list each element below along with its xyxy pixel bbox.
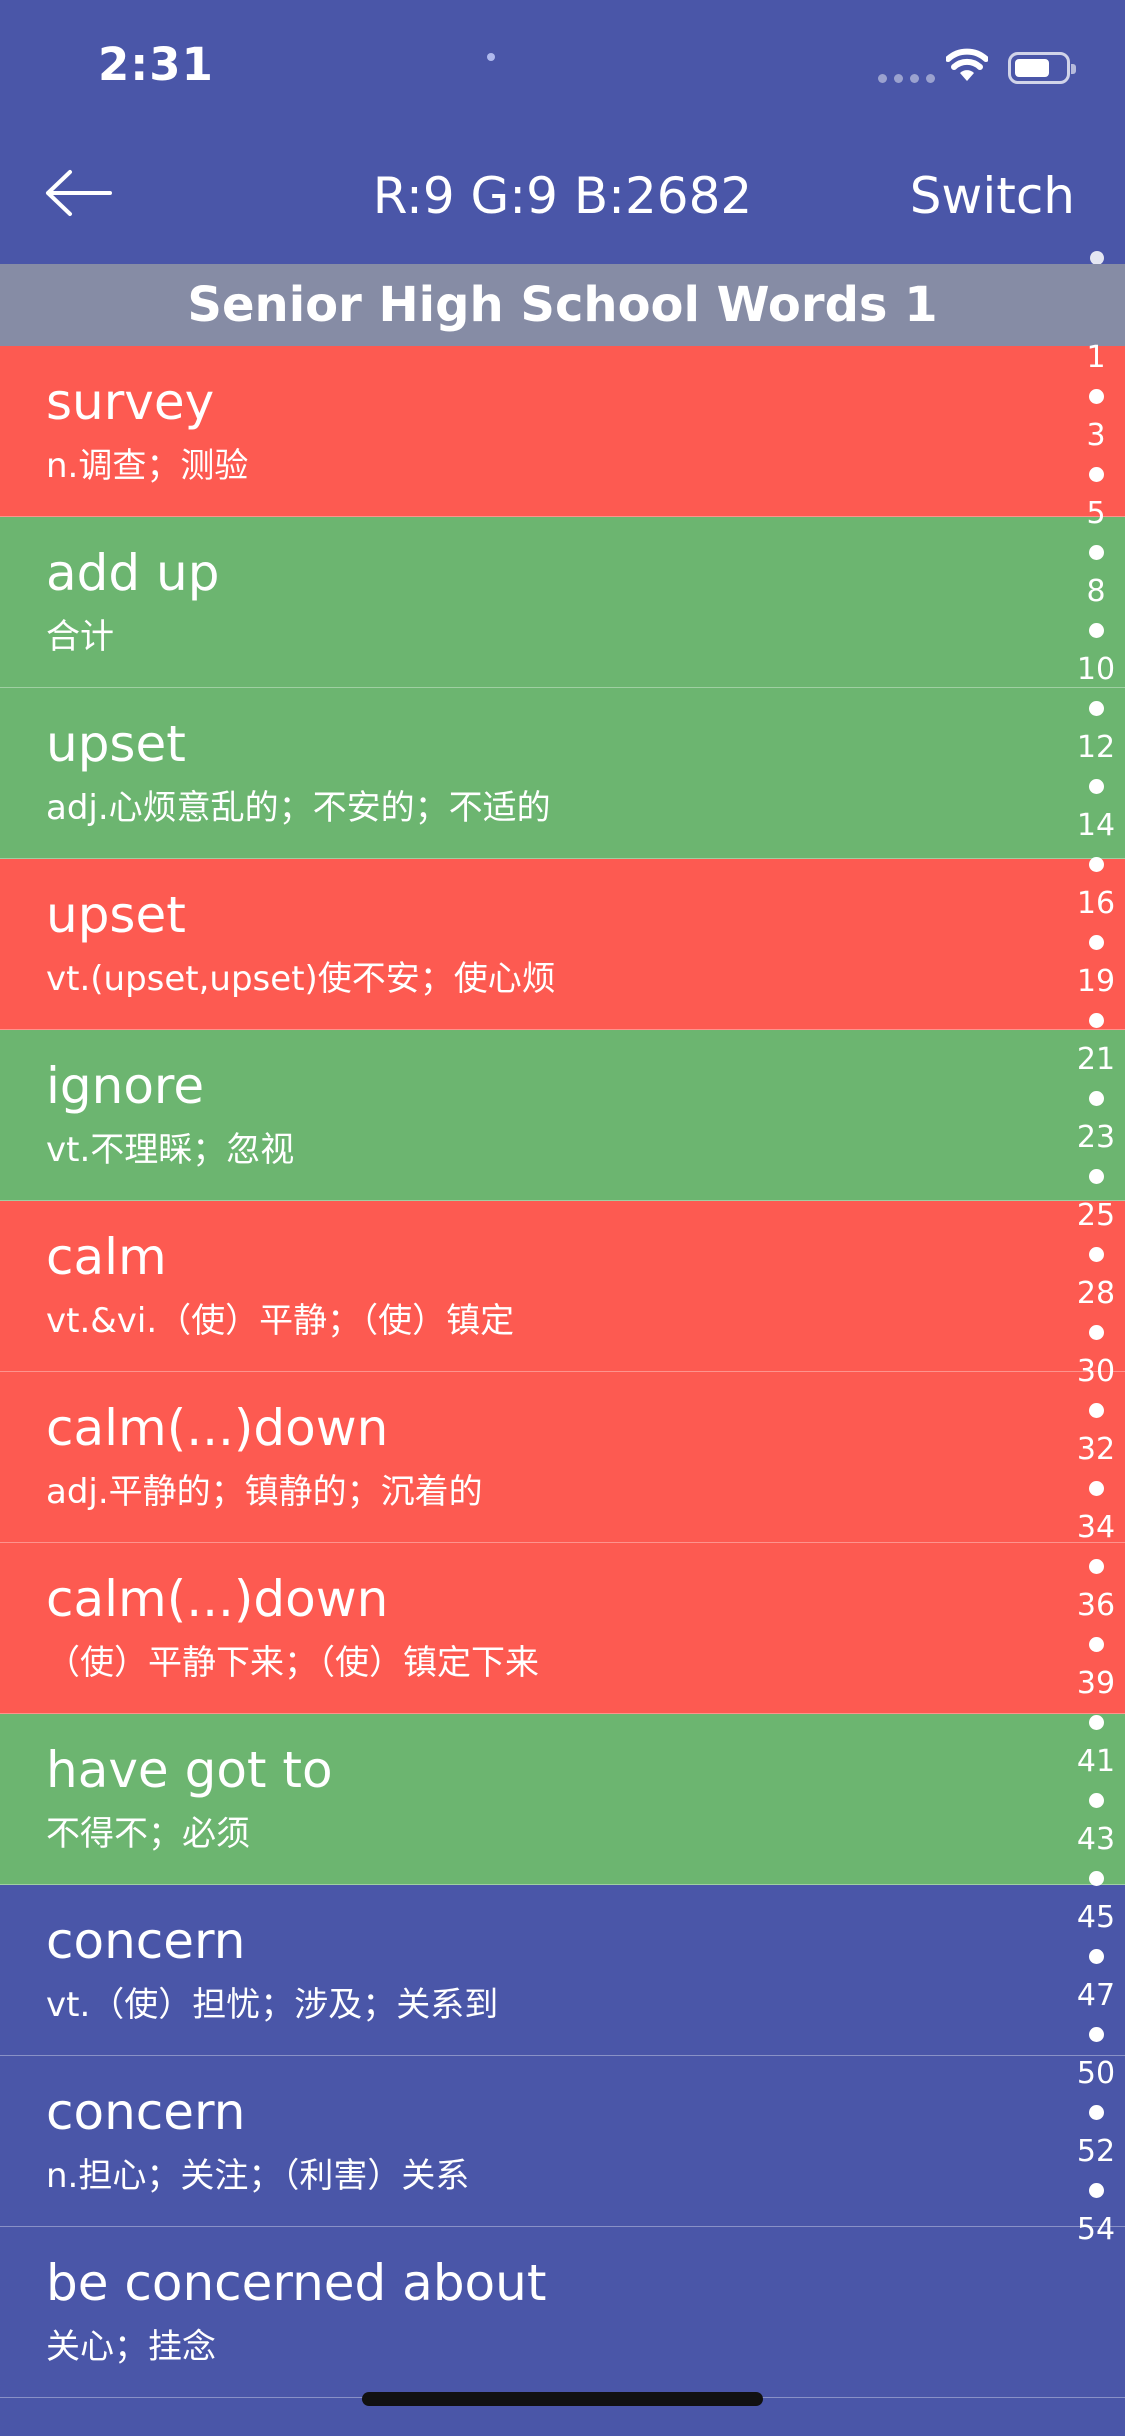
index-item[interactable]: 1 xyxy=(1086,338,1105,377)
index-dot xyxy=(1088,2171,1104,2210)
index-dot xyxy=(1088,377,1104,416)
word-row[interactable]: concern vt.（使）担忧；涉及；关系到 xyxy=(0,1885,1125,2056)
word-term: add up xyxy=(46,544,220,602)
index-item[interactable]: 41 xyxy=(1077,1742,1115,1781)
status-bar: 2:31 xyxy=(0,0,1125,132)
word-row[interactable]: be concerned about 关心；挂念 xyxy=(0,2227,1125,2398)
index-item[interactable]: 3 xyxy=(1086,416,1105,455)
section-header: Senior High School Words 1 xyxy=(0,264,1125,346)
word-term: calm(...)down xyxy=(46,1399,389,1457)
index-dot xyxy=(1088,611,1104,650)
index-dot xyxy=(1088,845,1104,884)
word-list: survey n.调查；测验 add up 合计 upset adj.心烦意乱的… xyxy=(0,346,1125,2398)
index-dot xyxy=(1088,455,1104,494)
word-definition: 关心；挂念 xyxy=(46,2327,216,2367)
word-definition: （使）平静下来；（使）镇定下来 xyxy=(46,1643,539,1683)
word-term: calm xyxy=(46,1228,167,1286)
index-top-dot xyxy=(1090,251,1104,265)
index-item[interactable]: 19 xyxy=(1077,962,1115,1001)
word-row[interactable]: ignore vt.不理睬；忽视 xyxy=(0,1030,1125,1201)
index-dot xyxy=(1088,1937,1104,1976)
cellular-signal-icon xyxy=(878,74,935,83)
index-dot xyxy=(1088,2093,1104,2132)
index-dot xyxy=(1088,1391,1104,1430)
index-dot xyxy=(1088,1313,1104,1352)
word-row[interactable]: upset adj.心烦意乱的；不安的；不适的 xyxy=(0,688,1125,859)
index-dot xyxy=(1088,1625,1104,1664)
word-definition: vt.&vi.（使）平静；（使）镇定 xyxy=(46,1301,515,1341)
index-item[interactable]: 16 xyxy=(1077,884,1115,923)
word-term: be concerned about xyxy=(46,2254,547,2312)
word-definition: vt.不理睬；忽视 xyxy=(46,1130,295,1170)
index-dot xyxy=(1088,689,1104,728)
word-term: upset xyxy=(46,715,186,773)
index-dot xyxy=(1088,1235,1104,1274)
index-item[interactable]: 39 xyxy=(1077,1664,1115,1703)
index-item[interactable]: 8 xyxy=(1086,572,1105,611)
index-dot xyxy=(1088,1469,1104,1508)
index-item[interactable]: 43 xyxy=(1077,1820,1115,1859)
index-item[interactable]: 34 xyxy=(1077,1508,1115,1547)
word-definition: adj.平静的；镇静的；沉着的 xyxy=(46,1472,483,1512)
home-indicator[interactable] xyxy=(362,2392,763,2406)
section-index-bar[interactable]: 1 3 5 8 10 12 14 16 19 21 23 25 28 30 32… xyxy=(1075,338,1117,2249)
word-row[interactable]: concern n.担心；关注；（利害）关系 xyxy=(0,2056,1125,2227)
index-item[interactable]: 28 xyxy=(1077,1274,1115,1313)
index-item[interactable]: 23 xyxy=(1077,1118,1115,1157)
battery-icon xyxy=(1008,52,1076,84)
index-item[interactable]: 5 xyxy=(1086,494,1105,533)
index-dot xyxy=(1088,533,1104,572)
word-row[interactable]: survey n.调查；测验 xyxy=(0,346,1125,517)
index-dot xyxy=(1088,1157,1104,1196)
navigation-bar: R:9 G:9 B:2682 Switch xyxy=(0,132,1125,264)
index-item[interactable]: 25 xyxy=(1077,1196,1115,1235)
word-definition: 不得不；必须 xyxy=(46,1814,250,1854)
index-item[interactable]: 32 xyxy=(1077,1430,1115,1469)
status-time: 2:31 xyxy=(98,38,214,91)
word-term: upset xyxy=(46,886,186,944)
index-dot xyxy=(1088,1001,1104,1040)
index-dot xyxy=(1088,1703,1104,1742)
word-term: survey xyxy=(46,373,215,431)
word-definition: adj.心烦意乱的；不安的；不适的 xyxy=(46,788,551,828)
index-item[interactable]: 36 xyxy=(1077,1586,1115,1625)
index-dot xyxy=(1088,1781,1104,1820)
index-dot xyxy=(1088,923,1104,962)
word-term: concern xyxy=(46,1912,246,1970)
index-item[interactable]: 21 xyxy=(1077,1040,1115,1079)
index-item[interactable]: 14 xyxy=(1077,806,1115,845)
index-dot xyxy=(1088,1079,1104,1118)
word-definition: n.担心；关注；（利害）关系 xyxy=(46,2156,470,2196)
switch-button[interactable]: Switch xyxy=(910,164,1075,228)
index-dot xyxy=(1088,767,1104,806)
index-item[interactable]: 30 xyxy=(1077,1352,1115,1391)
index-item[interactable]: 54 xyxy=(1077,2210,1115,2249)
index-dot xyxy=(1088,1859,1104,1898)
word-row[interactable]: calm(...)down adj.平静的；镇静的；沉着的 xyxy=(0,1372,1125,1543)
index-item[interactable]: 45 xyxy=(1077,1898,1115,1937)
index-dot xyxy=(1088,2015,1104,2054)
word-definition: 合计 xyxy=(46,617,114,657)
index-item[interactable]: 47 xyxy=(1077,1976,1115,2015)
index-item[interactable]: 10 xyxy=(1077,650,1115,689)
word-row[interactable]: upset vt.(upset,upset)使不安；使心烦 xyxy=(0,859,1125,1030)
word-term: concern xyxy=(46,2083,246,2141)
word-row[interactable]: calm(...)down （使）平静下来；（使）镇定下来 xyxy=(0,1543,1125,1714)
word-definition: n.调查；测验 xyxy=(46,446,249,486)
word-row[interactable]: have got to 不得不；必须 xyxy=(0,1714,1125,1885)
word-term: have got to xyxy=(46,1741,333,1799)
word-definition: vt.（使）担忧；涉及；关系到 xyxy=(46,1985,499,2025)
index-dot xyxy=(1088,1547,1104,1586)
word-definition: vt.(upset,upset)使不安；使心烦 xyxy=(46,959,556,999)
index-item[interactable]: 12 xyxy=(1077,728,1115,767)
index-item[interactable]: 50 xyxy=(1077,2054,1115,2093)
word-term: ignore xyxy=(46,1057,205,1115)
word-row[interactable]: calm vt.&vi.（使）平静；（使）镇定 xyxy=(0,1201,1125,1372)
index-item[interactable]: 52 xyxy=(1077,2132,1115,2171)
word-term: calm(...)down xyxy=(46,1570,389,1628)
camera-indicator xyxy=(487,53,495,61)
wifi-icon xyxy=(945,48,989,86)
word-row[interactable]: add up 合计 xyxy=(0,517,1125,688)
